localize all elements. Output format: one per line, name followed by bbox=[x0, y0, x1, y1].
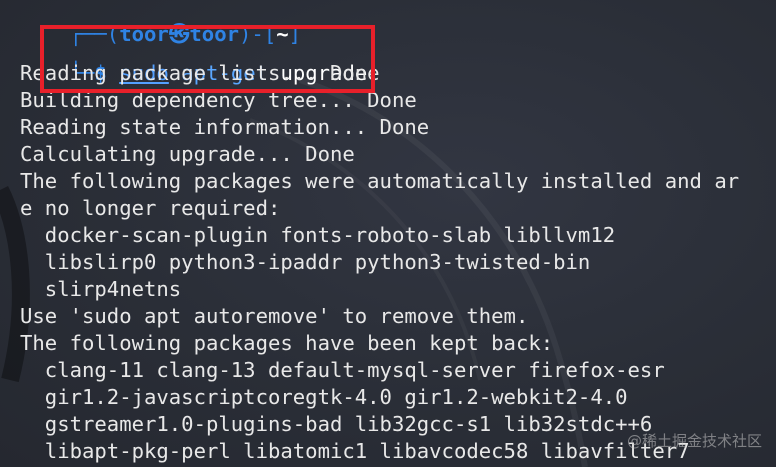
output-line: Use 'sudo apt autoremove' to remove them… bbox=[20, 304, 529, 328]
output-line: Reading state information... Done bbox=[20, 115, 430, 139]
watermark-text: @稀土掘金技术社区 bbox=[626, 432, 762, 450]
output-line: gstreamer1.0-plugins-bad lib32gcc-s1 lib… bbox=[20, 412, 653, 436]
output-line: The following packages were automaticall… bbox=[20, 169, 740, 193]
output-line: Calculating upgrade... Done bbox=[20, 142, 355, 166]
output-line: gir1.2-javascriptcoregtk-4.0 gir1.2-webk… bbox=[20, 385, 628, 409]
output-line: libapt-pkg-perl libatomic1 libavcodec58 … bbox=[20, 439, 690, 463]
output-line: docker-scan-plugin fonts-roboto-slab lib… bbox=[20, 223, 616, 247]
terminal-window[interactable]: ┌──(toor㉿toor)-[~] └─$ sudo apt-get upgr… bbox=[0, 0, 776, 467]
output-line: The following packages have been kept ba… bbox=[20, 331, 554, 355]
output-line: clang-11 clang-13 default-mysql-server f… bbox=[20, 358, 665, 382]
command-highlight-box bbox=[40, 25, 375, 93]
output-line: e no longer required: bbox=[20, 196, 281, 220]
output-line: libslirp0 python3-ipaddr python3-twisted… bbox=[20, 250, 591, 274]
output-line: slirp4netns bbox=[20, 277, 182, 301]
prompt-header: ┌──(toor㉿toor)-[~] bbox=[20, 0, 301, 46]
